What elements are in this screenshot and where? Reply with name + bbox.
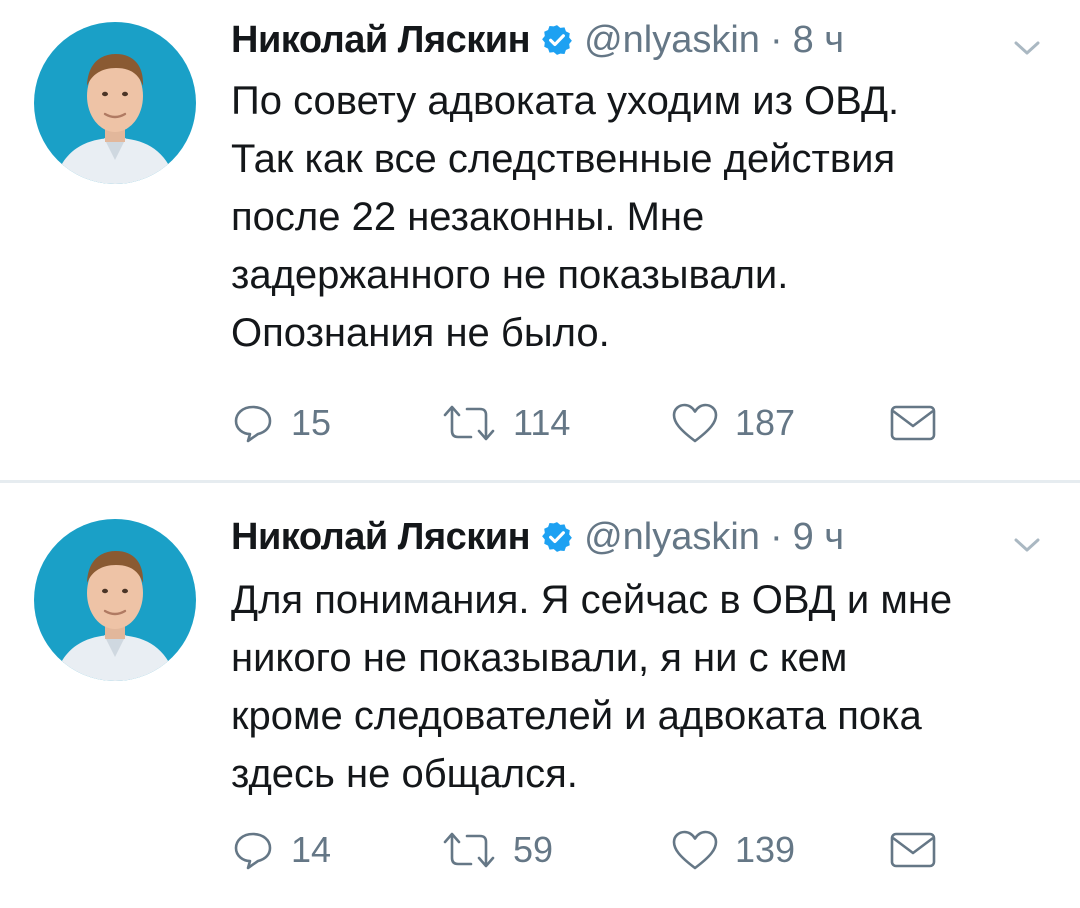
like-button[interactable]: 139 bbox=[671, 825, 795, 875]
tweet-text-line: никого не показывали, я ни с кем bbox=[231, 636, 848, 680]
direct-message-button[interactable] bbox=[889, 825, 937, 875]
timestamp[interactable]: 8 ч bbox=[793, 19, 845, 62]
like-count: 187 bbox=[735, 402, 796, 443]
tweet-header: Николай Ляскин @nlyaskin · 9 ч bbox=[231, 511, 844, 563]
retweet-button[interactable]: 114 bbox=[441, 398, 570, 448]
tweet-text-line: здесь не общался. bbox=[231, 752, 578, 796]
tweet-actions: 15 114 187 bbox=[231, 398, 951, 448]
verified-badge-icon bbox=[540, 23, 574, 57]
like-button[interactable]: 187 bbox=[671, 398, 795, 448]
tweet-text-line: задержанного не показывали. bbox=[231, 253, 789, 297]
tweet-text-line: По совету адвоката уходим из ОВД. bbox=[231, 79, 900, 123]
author-name[interactable]: Николай Ляскин bbox=[231, 516, 531, 559]
like-count: 139 bbox=[735, 829, 796, 870]
direct-message-button[interactable] bbox=[889, 398, 937, 448]
author-handle[interactable]: @nlyaskin bbox=[584, 516, 760, 559]
like-icon bbox=[671, 401, 719, 445]
reply-icon bbox=[231, 401, 275, 445]
direct-message-icon bbox=[889, 830, 937, 870]
separator-dot: · bbox=[769, 515, 783, 558]
reply-count: 14 bbox=[291, 829, 332, 870]
verified-badge-icon bbox=[540, 520, 574, 554]
tweet-text-line: кроме следователей и адвоката пока bbox=[231, 694, 922, 738]
author-handle[interactable]: @nlyaskin bbox=[584, 19, 760, 62]
retweet-icon bbox=[441, 401, 497, 445]
tweet-text-line: Опознания не было. bbox=[231, 311, 610, 355]
chevron-down-icon[interactable] bbox=[1012, 38, 1042, 58]
like-icon bbox=[671, 828, 719, 872]
retweet-count: 59 bbox=[513, 829, 554, 870]
timestamp[interactable]: 9 ч bbox=[793, 516, 845, 559]
retweet-count: 114 bbox=[513, 402, 571, 443]
tweet-text: Для понимания. Я сейчас в ОВД и мне нико… bbox=[231, 571, 1061, 803]
chevron-down-icon[interactable] bbox=[1012, 535, 1042, 555]
tweet-actions: 14 59 139 bbox=[231, 825, 951, 875]
author-name[interactable]: Николай Ляскин bbox=[231, 19, 531, 62]
tweet-text: По совету адвоката уходим из ОВД. Так ка… bbox=[231, 72, 1061, 362]
reply-button[interactable]: 14 bbox=[231, 825, 331, 875]
tweet-text-line: после 22 незаконны. Мне bbox=[231, 195, 705, 239]
reply-button[interactable]: 15 bbox=[231, 398, 331, 448]
tweet[interactable]: Николай Ляскин @nlyaskin · 8 ч По совету… bbox=[0, 0, 1080, 480]
tweet-text-line: Так как все следственные действия bbox=[231, 137, 896, 181]
reply-icon bbox=[231, 828, 275, 872]
avatar[interactable] bbox=[34, 519, 196, 681]
reply-count: 15 bbox=[291, 402, 332, 443]
tweet[interactable]: Николай Ляскин @nlyaskin · 9 ч Для поним… bbox=[0, 483, 1080, 908]
direct-message-icon bbox=[889, 403, 937, 443]
retweet-icon bbox=[441, 828, 497, 872]
separator-dot: · bbox=[769, 18, 783, 61]
avatar[interactable] bbox=[34, 22, 196, 184]
tweet-header: Николай Ляскин @nlyaskin · 8 ч bbox=[231, 14, 844, 66]
retweet-button[interactable]: 59 bbox=[441, 825, 553, 875]
tweet-text-line: Для понимания. Я сейчас в ОВД и мне bbox=[231, 578, 953, 622]
